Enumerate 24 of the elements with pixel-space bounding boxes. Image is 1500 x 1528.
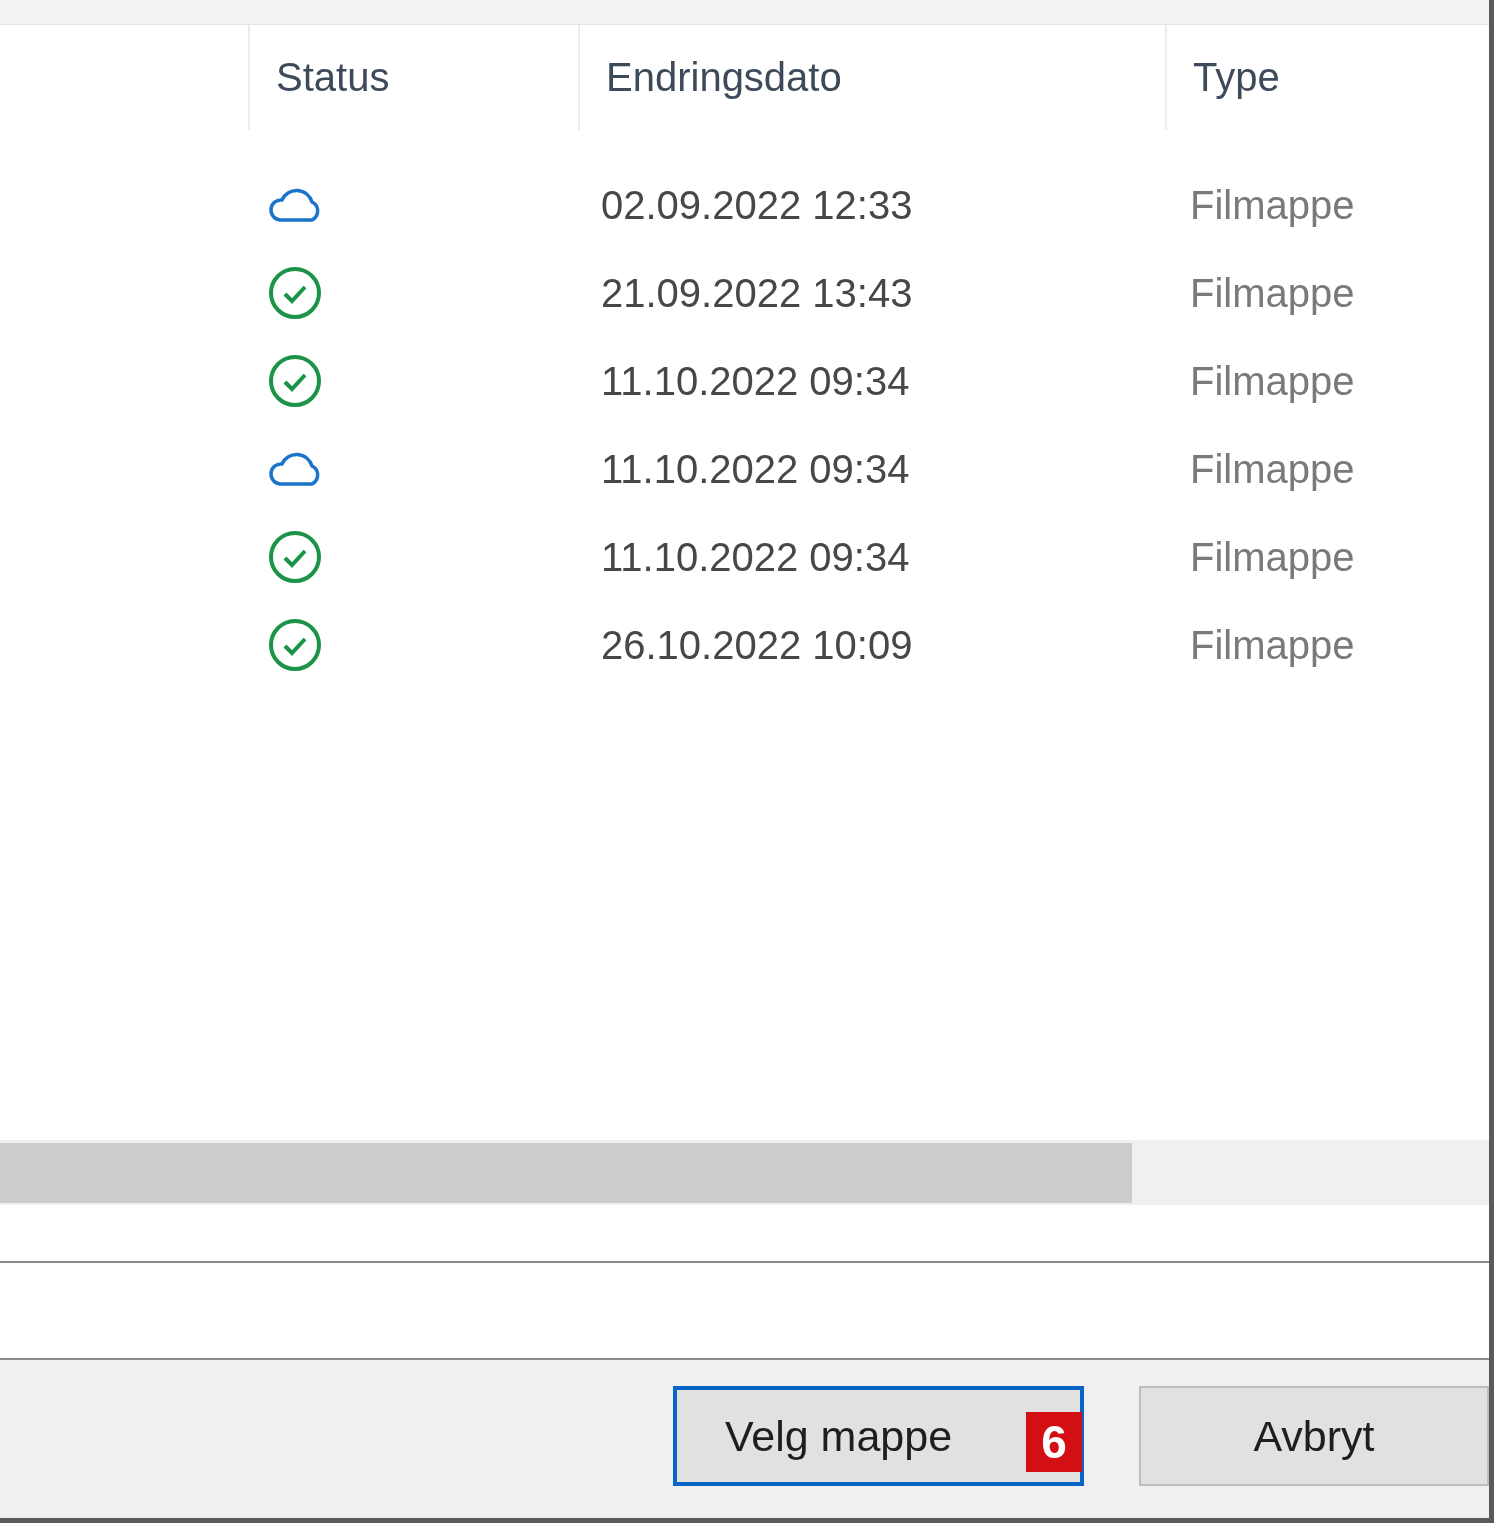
check-circle-icon bbox=[268, 618, 322, 672]
column-header[interactable]: Status bbox=[276, 55, 390, 100]
column-header[interactable]: Type bbox=[1193, 55, 1280, 100]
date-cell-text: 11.10.2022 09:34 bbox=[600, 358, 910, 403]
type-cell-text: Filmappe bbox=[1189, 182, 1355, 227]
scrollbar-thumb[interactable] bbox=[0, 1142, 1132, 1203]
column-header[interactable]: Endringsdato bbox=[606, 55, 842, 100]
horizontal-scrollbar[interactable] bbox=[0, 1140, 1489, 1205]
date-cell-text: 11.10.2022 09:34 bbox=[600, 534, 910, 579]
type-cell-text: Filmappe bbox=[1189, 358, 1355, 403]
number-badge: 6 bbox=[1026, 1412, 1082, 1472]
check-circle-icon bbox=[268, 266, 322, 320]
date-cell-text: 26.10.2022 10:09 bbox=[600, 622, 913, 667]
date-cell-text: 21.09.2022 13:43 bbox=[600, 270, 913, 315]
type-cell-text: Filmappe bbox=[1189, 446, 1355, 491]
type-cell-text: Filmappe bbox=[1189, 534, 1355, 579]
date-cell-text: 02.09.2022 12:33 bbox=[600, 182, 913, 227]
select-folder-button[interactable]: Velg mappe 6 bbox=[673, 1386, 1084, 1486]
type-cell-text: Filmappe bbox=[1189, 622, 1355, 667]
check-circle-icon bbox=[268, 530, 322, 584]
date-cell-text: 11.10.2022 09:34 bbox=[600, 446, 910, 491]
check-circle-icon bbox=[268, 354, 322, 408]
cancel-button[interactable]: Avbryt bbox=[1139, 1386, 1489, 1486]
type-cell-text: Filmappe bbox=[1189, 270, 1355, 315]
